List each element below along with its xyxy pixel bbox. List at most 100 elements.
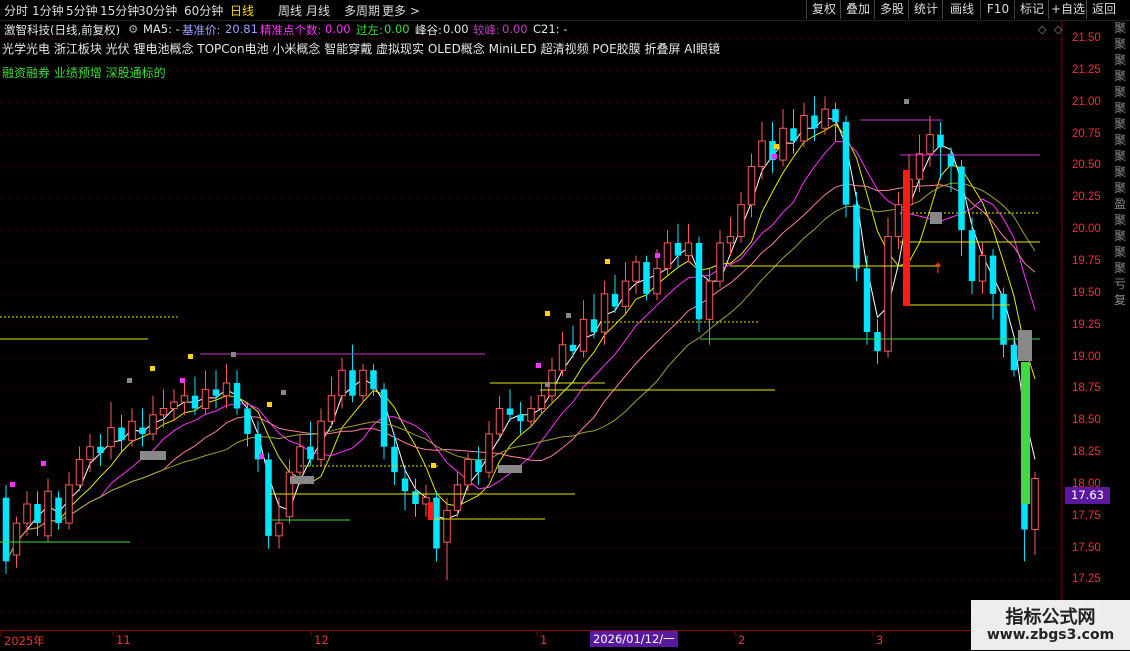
candle-body (370, 370, 377, 390)
candle-body (747, 165, 756, 206)
toolbar-button-5[interactable]: F10 (980, 0, 1015, 19)
candle-body (453, 484, 462, 511)
signal-box (903, 170, 910, 306)
precise-points-label: 精准点个数: (260, 23, 322, 37)
candle-body (737, 204, 745, 238)
toolbar-button-2[interactable]: 多股 (874, 0, 909, 19)
y-tick-label: 17.50 (1072, 541, 1101, 554)
y-tick-label: 19.50 (1072, 286, 1101, 299)
y-tick-label: 20.00 (1072, 223, 1101, 236)
diamond-icon[interactable]: ◇ (1038, 23, 1046, 36)
y-tick-label: 18.50 (1072, 414, 1101, 427)
signal-box (290, 476, 314, 484)
candle-body (915, 153, 924, 180)
candle-body (44, 490, 52, 537)
candle-body (978, 255, 987, 282)
tab-timeframe-7[interactable]: 周线 (278, 2, 302, 19)
price-grid (0, 38, 1062, 636)
signal-dot (566, 313, 571, 318)
tab-timeframe-0[interactable]: 分时 (4, 2, 28, 19)
c21-label: C21: - (533, 22, 568, 36)
candle-body (359, 369, 367, 397)
candle-body (75, 458, 84, 486)
candle-body (800, 115, 808, 142)
watermark: 指标公式网 www.zbgs3.com (971, 600, 1130, 650)
candle-body (790, 128, 797, 141)
toolbar-button-1[interactable]: 叠加 (840, 0, 875, 19)
candles (2, 96, 1039, 581)
tab-timeframe-2[interactable]: 5分钟 (66, 2, 98, 19)
toolbar-button-8[interactable]: 返回 (1086, 0, 1121, 19)
candle-body (695, 242, 703, 320)
guozuo-label: 过左: (356, 23, 383, 37)
candle-body (107, 427, 115, 448)
candle-body (201, 388, 210, 409)
candle-body (705, 280, 714, 320)
ma-line-16 (5, 183, 1036, 562)
top-toolbar: 分时 1分钟 5分钟 15分钟 30分钟 60分钟 日线 周线 月线 多周期 更多 > 复权 叠加 多股… (0, 0, 1130, 21)
tab-timeframe-9[interactable]: 多周期 (344, 2, 380, 19)
candle-body (611, 293, 619, 307)
y-tick-label: 18.25 (1072, 446, 1101, 459)
toolbar-button-6[interactable]: 标记 (1014, 0, 1049, 19)
settings-icon[interactable]: ⚙ (128, 22, 138, 36)
kline-chart[interactable]: ↑ (0, 0, 1130, 650)
ma-line-10 (5, 141, 1036, 562)
candle-body (821, 108, 829, 129)
price-axis: 21.50 21.25 21.00 20.75 20.50 20.25 20.00 19.75… (1062, 20, 1114, 630)
y-tick-label: 19.00 (1072, 350, 1101, 363)
signal-dot (774, 144, 779, 149)
tab-timeframe-10[interactable]: 更多 > (382, 2, 420, 19)
candle-body (590, 319, 598, 333)
jiaofeng-label: 较峰: (473, 23, 500, 37)
toolbar-button-3[interactable]: 统计 (908, 0, 943, 19)
candle-body (1000, 293, 1007, 345)
toolbar-button-7[interactable]: +自选 (1048, 0, 1087, 19)
base-price-label: 基准价: (182, 23, 221, 37)
cursor-date-label: 2026/01/12/一 (590, 631, 678, 647)
toolbar-button-4[interactable]: 画线 (942, 0, 981, 19)
candle-body (212, 389, 220, 396)
candle-body (884, 236, 892, 352)
candle-body (558, 344, 567, 371)
tab-timeframe-3[interactable]: 15分钟 (100, 2, 139, 19)
signal-box (1021, 362, 1030, 504)
candle-body (118, 427, 125, 441)
ma5-label: MA5: - (143, 22, 180, 36)
candle-body (391, 446, 398, 473)
candle-body (621, 280, 630, 308)
tab-timeframe-1[interactable]: 1分钟 (32, 2, 64, 19)
x-tick-label: 2025年 (4, 634, 45, 648)
candle-body (947, 153, 955, 167)
y-tick-label: 21.00 (1072, 95, 1101, 108)
tab-timeframe-5[interactable]: 60分钟 (184, 2, 223, 19)
guozuo-value: 0.00 (384, 22, 410, 36)
toolbar-button-0[interactable]: 复权 (806, 0, 841, 19)
candle-body (327, 395, 336, 422)
candle-body (1010, 344, 1018, 371)
candle-body (569, 344, 577, 352)
stock-title[interactable]: 激智科技(日线,前复权) (4, 22, 120, 38)
tab-timeframe-8[interactable]: 月线 (306, 2, 330, 19)
candle-body (643, 262, 650, 294)
candle-body (233, 383, 241, 409)
candle-body (537, 395, 546, 409)
candle-body (159, 407, 168, 416)
signal-dot (772, 154, 777, 159)
candle-body (485, 433, 493, 473)
candle-body (2, 497, 10, 562)
signal-dot (904, 99, 909, 104)
candle-body (443, 509, 451, 543)
candle-body (401, 478, 409, 492)
candle-body (222, 382, 231, 397)
tab-timeframe-4[interactable]: 30分钟 (138, 2, 177, 19)
candle-body (475, 459, 482, 473)
candle-body (23, 503, 31, 524)
candle-body (842, 121, 850, 205)
concept-tags: 光学光电 浙江板块 光伏 锂电池概念 TOPCon电池 小米概念 智能穿戴 虚拟… (2, 42, 721, 56)
candle-body (527, 407, 535, 422)
signal-dot (10, 482, 15, 487)
tab-timeframe-6[interactable]: 日线 (230, 2, 254, 19)
jiaofeng-value: 0.00 (502, 22, 528, 36)
fenggu-value: 0.00 (443, 22, 469, 36)
